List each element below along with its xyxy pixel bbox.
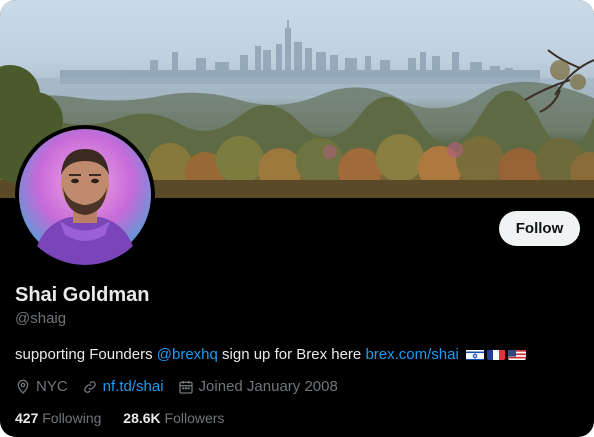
website-item: nf.td/shai xyxy=(82,377,164,396)
display-name: Shai Goldman xyxy=(15,284,150,306)
followers-link[interactable]: 28.6K Followers xyxy=(123,410,224,426)
link-icon xyxy=(83,380,96,393)
website-link[interactable]: nf.td/shai xyxy=(103,377,164,396)
follow-stats: 427 Following 28.6K Followers xyxy=(15,409,242,427)
usa-flag-icon xyxy=(507,348,526,360)
bio-mention-link[interactable]: @brexhq xyxy=(157,346,218,363)
followers-count: 28.6K xyxy=(123,410,161,426)
username-handle: @shaig xyxy=(15,310,67,327)
following-count: 427 xyxy=(15,410,39,426)
following-label: Following xyxy=(42,410,102,426)
france-flag-icon xyxy=(486,348,505,360)
joined-date-text: Joined January 2008 xyxy=(198,378,338,395)
joined-item: Joined January 2008 xyxy=(178,377,338,396)
calendar-icon xyxy=(178,380,193,394)
profile-card: Follow Shai Goldman @shaig supporting Fo… xyxy=(0,0,594,437)
bio-text: supporting Founders xyxy=(15,346,157,363)
follow-button[interactable]: Follow xyxy=(499,211,580,246)
following-link[interactable]: 427 Following xyxy=(15,410,105,426)
profile-avatar[interactable] xyxy=(15,125,155,265)
profile-meta: NYC nf.td/shai Joined January 2008 xyxy=(15,377,352,396)
location-pin-icon xyxy=(17,379,29,394)
bio-website-link[interactable]: brex.com/shai xyxy=(365,346,458,363)
followers-label: Followers xyxy=(164,410,225,426)
bio-text: sign up for Brex here xyxy=(217,346,366,363)
location-item: NYC xyxy=(15,377,68,396)
profile-bio: supporting Founders @brexhq sign up for … xyxy=(15,345,526,364)
location-text: NYC xyxy=(36,378,68,395)
israel-flag-icon xyxy=(465,348,484,360)
